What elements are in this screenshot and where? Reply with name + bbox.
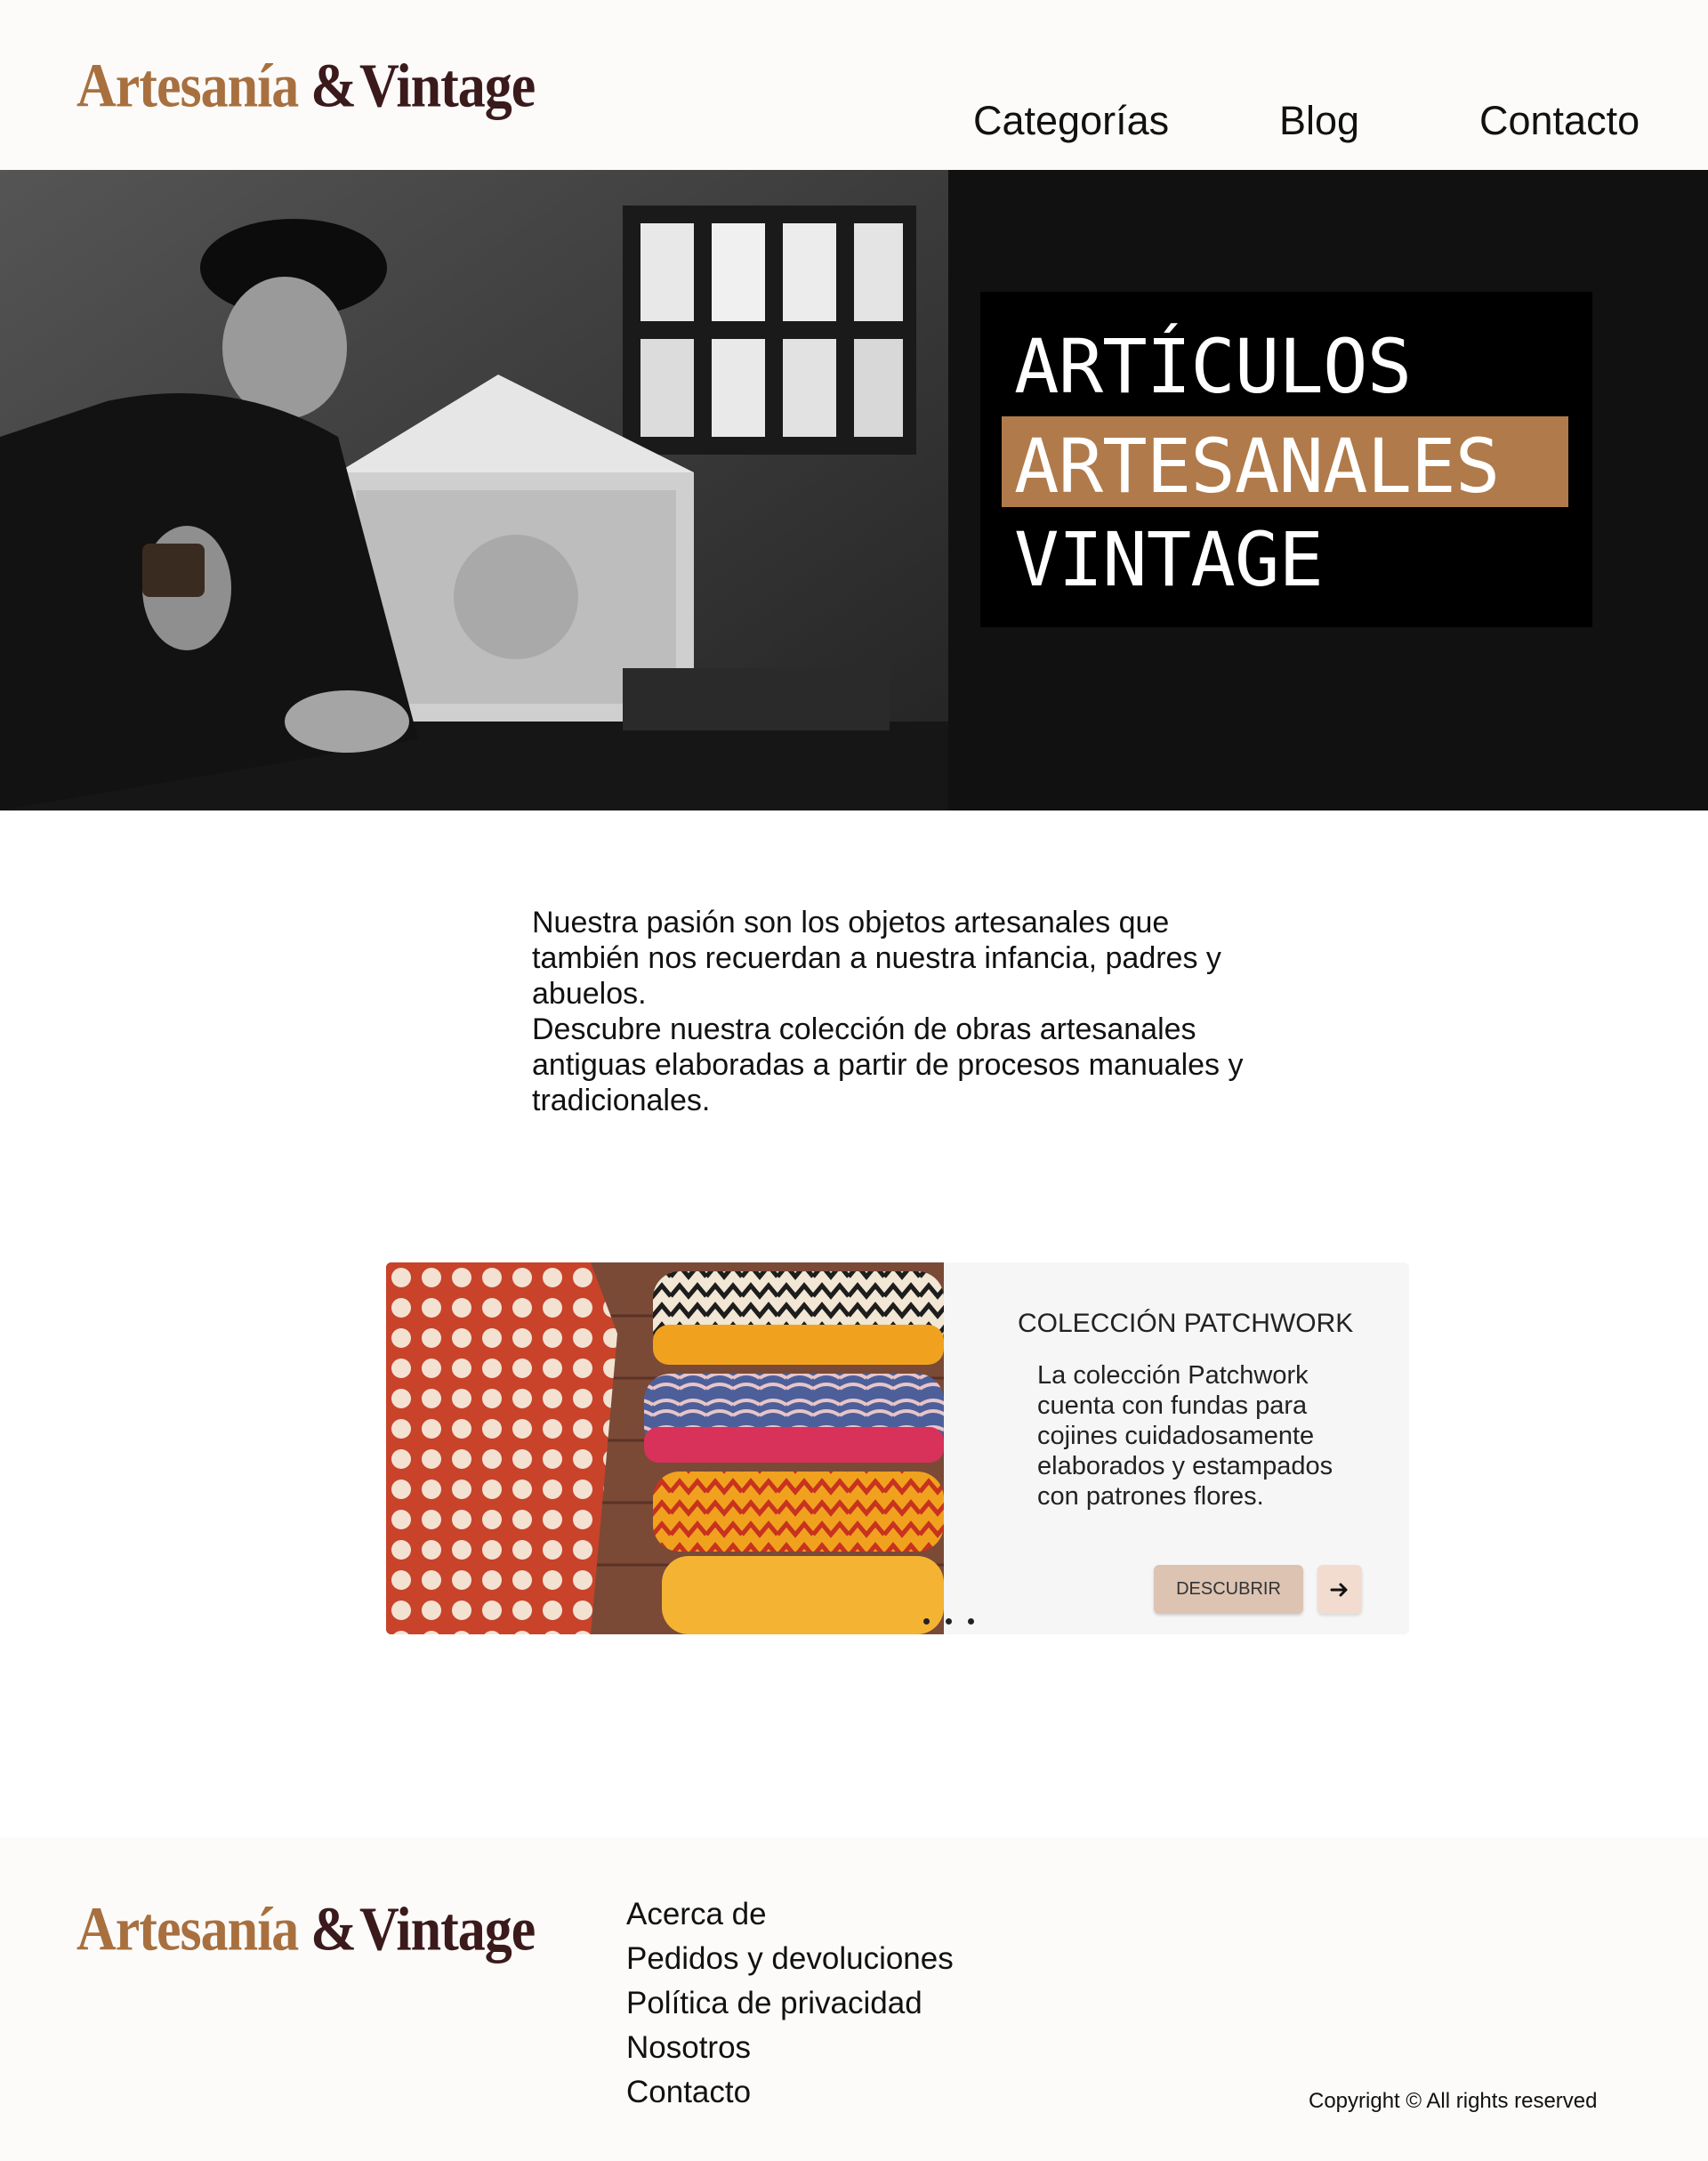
footer-link-about[interactable]: Acerca de bbox=[626, 1892, 954, 1937]
next-button[interactable] bbox=[1317, 1565, 1362, 1614]
brand-logo[interactable]: Artesanía &Vintage bbox=[77, 52, 536, 123]
site-footer: Artesanía &Vintage Acerca de Pedidos y de… bbox=[0, 1837, 1708, 2161]
hero-title-line-1: ARTÍCULOS bbox=[1014, 323, 1412, 410]
carousel-dot-3[interactable] bbox=[968, 1618, 974, 1625]
intro-paragraph-1: Nuestra pasión son los objetos artesanal… bbox=[532, 906, 1221, 1011]
patchwork-cushions-photo bbox=[386, 1262, 944, 1634]
carousel-dot-2[interactable] bbox=[946, 1618, 952, 1625]
site-header: Artesanía &Vintage Categorías Blog Contac… bbox=[0, 0, 1708, 170]
intro-text: Nuestra pasión son los objetos artesanal… bbox=[532, 905, 1270, 1118]
hero-title: ARTÍCULOS ARTESANALES VINTAGE bbox=[980, 292, 1592, 627]
hero-craftsman-photo bbox=[0, 170, 948, 810]
nav-blog[interactable]: Blog bbox=[1279, 98, 1359, 144]
brand-ampersand: & bbox=[310, 1896, 357, 1964]
nav-contact[interactable]: Contacto bbox=[1479, 98, 1640, 144]
copyright-text: Copyright © All rights reserved bbox=[1309, 2089, 1598, 2113]
footer-links: Acerca de Pedidos y devoluciones Polític… bbox=[626, 1892, 954, 2115]
footer-link-us[interactable]: Nosotros bbox=[626, 2026, 954, 2070]
hero-banner: ARTÍCULOS ARTESANALES VINTAGE bbox=[0, 170, 1708, 810]
footer-link-orders[interactable]: Pedidos y devoluciones bbox=[626, 1937, 954, 1981]
discover-button[interactable]: DESCUBRIR bbox=[1154, 1565, 1303, 1614]
footer-brand-logo[interactable]: Artesanía &Vintage bbox=[77, 1895, 536, 1966]
hero-title-line-2: ARTESANALES bbox=[1014, 423, 1500, 510]
hero-title-line-3: VINTAGE bbox=[1014, 516, 1324, 603]
nav-categories[interactable]: Categorías bbox=[973, 98, 1169, 144]
card-title: COLECCIÓN PATCHWORK bbox=[1018, 1309, 1354, 1338]
collection-card: COLECCIÓN PATCHWORK La colección Patchwo… bbox=[386, 1262, 1409, 1634]
carousel-dot-1[interactable] bbox=[923, 1618, 930, 1625]
brand-word-1: Artesanía bbox=[77, 1896, 299, 1964]
intro-paragraph-2: Descubre nuestra colección de obras arte… bbox=[532, 1012, 1244, 1117]
arrow-right-icon bbox=[1330, 1583, 1348, 1596]
brand-word-2: Vintage bbox=[359, 52, 536, 121]
brand-word-1: Artesanía bbox=[77, 52, 299, 121]
card-description: La colección Patchwork cuenta con fundas… bbox=[1037, 1361, 1333, 1511]
brand-word-2: Vintage bbox=[359, 1896, 536, 1964]
footer-link-privacy[interactable]: Política de privacidad bbox=[626, 1981, 954, 2026]
brand-ampersand: & bbox=[310, 52, 357, 121]
footer-link-contact[interactable]: Contacto bbox=[626, 2070, 954, 2115]
